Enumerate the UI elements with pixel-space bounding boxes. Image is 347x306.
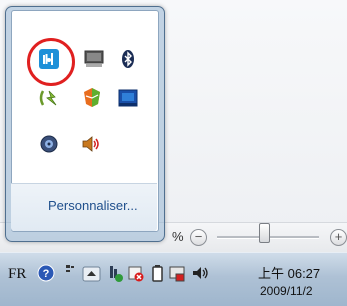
action-center-icon[interactable] [126, 262, 146, 284]
svg-text:?: ? [43, 268, 50, 280]
media-disc-icon[interactable] [38, 133, 60, 155]
show-hidden-icons-button[interactable] [82, 262, 102, 284]
input-settings-icon[interactable] [60, 262, 80, 284]
bluetooth-icon[interactable] [117, 48, 139, 70]
network-icon[interactable] [106, 262, 126, 284]
book-manual-icon[interactable] [117, 87, 139, 109]
display-icon[interactable] [83, 48, 105, 70]
highlight-circle [27, 38, 75, 86]
customize-link[interactable]: Personnaliser... [48, 198, 138, 213]
battery-icon[interactable] [148, 262, 168, 284]
device-manager-icon[interactable] [168, 262, 188, 284]
zoom-in-button[interactable]: + [330, 229, 347, 246]
clock-time[interactable]: 上午 06:27 [258, 263, 320, 282]
clock-date[interactable]: 2009/11/2 [260, 284, 313, 298]
help-icon[interactable]: ? [36, 262, 56, 284]
power-settings-icon[interactable] [38, 87, 60, 109]
language-indicator[interactable]: FR [8, 266, 26, 283]
zoom-out-button[interactable]: − [190, 229, 207, 246]
zoom-slider-thumb[interactable] [259, 223, 270, 243]
zoom-percent-label: % [172, 229, 184, 244]
volume-icon[interactable] [190, 262, 210, 284]
security-center-icon[interactable] [81, 86, 103, 108]
speaker-icon[interactable] [80, 133, 102, 155]
